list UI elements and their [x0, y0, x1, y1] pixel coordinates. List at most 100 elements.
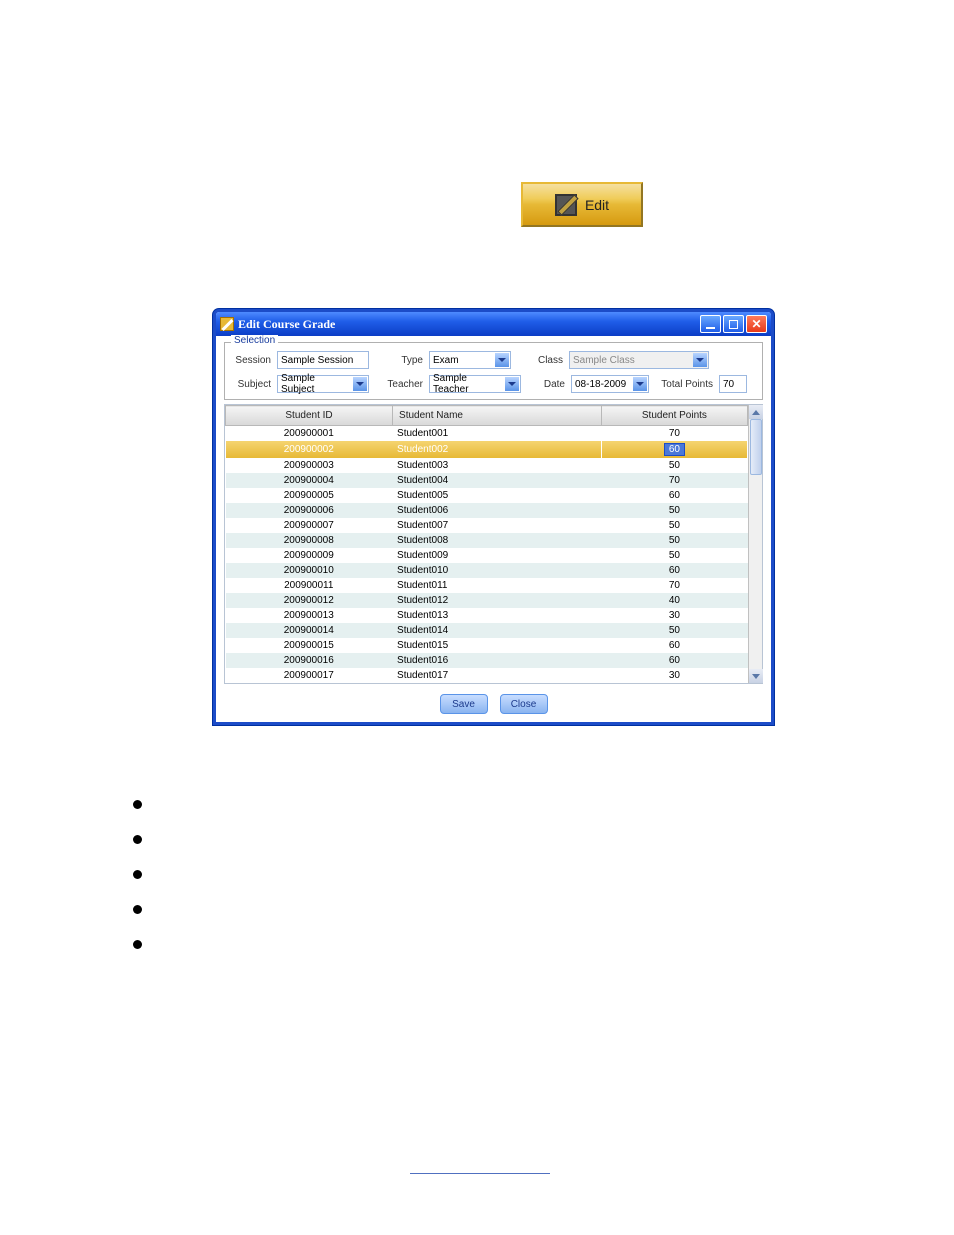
table-row[interactable]: 200900005Student00560: [226, 488, 748, 503]
cell-student-points[interactable]: 30: [601, 608, 747, 623]
edit-pencil-icon: [555, 194, 577, 216]
col-student-name[interactable]: Student Name: [393, 406, 602, 426]
table-row[interactable]: 200900014Student01450: [226, 623, 748, 638]
close-button[interactable]: Close: [500, 694, 548, 714]
edit-course-grade-window: Edit Course Grade ✕ Selection Session Sa…: [213, 309, 774, 725]
class-combo[interactable]: Sample Class: [569, 351, 709, 369]
cell-student-points[interactable]: 30: [601, 668, 747, 683]
close-window-button[interactable]: ✕: [746, 315, 767, 333]
selection-panel: Selection Session Sample Session Type Ex…: [224, 342, 763, 400]
table-row[interactable]: 200900012Student01240: [226, 593, 748, 608]
table-row[interactable]: 200900007Student00750: [226, 518, 748, 533]
cell-student-points[interactable]: 40: [601, 593, 747, 608]
cell-student-id: 200900014: [226, 623, 393, 638]
cell-student-id: 200900007: [226, 518, 393, 533]
cell-student-points[interactable]: 50: [601, 458, 747, 473]
cell-student-name: Student017: [393, 668, 602, 683]
cell-student-name: Student002: [393, 441, 602, 458]
subject-combo[interactable]: Sample Subject: [277, 375, 369, 393]
table-row[interactable]: 200900001Student00170: [226, 426, 748, 442]
cell-student-points[interactable]: 60: [601, 563, 747, 578]
bullet-icon: [133, 835, 142, 844]
cell-student-id: 200900005: [226, 488, 393, 503]
cell-student-name: Student001: [393, 426, 602, 442]
chevron-down-icon: [495, 353, 509, 367]
cell-student-id: 200900015: [226, 638, 393, 653]
titlebar[interactable]: Edit Course Grade ✕: [216, 312, 771, 336]
cell-student-id: 200900009: [226, 548, 393, 563]
table-row[interactable]: 200900004Student00470: [226, 473, 748, 488]
cell-student-name: Student005: [393, 488, 602, 503]
cell-student-id: 200900003: [226, 458, 393, 473]
table-row[interactable]: 200900010Student01060: [226, 563, 748, 578]
cell-student-points[interactable]: 60: [601, 488, 747, 503]
table-scrollbar[interactable]: [748, 405, 762, 683]
table-row[interactable]: 200900006Student00650: [226, 503, 748, 518]
cell-student-name: Student006: [393, 503, 602, 518]
chevron-down-icon: [505, 377, 519, 391]
bullet-list: [133, 800, 142, 975]
cell-student-id: 200900012: [226, 593, 393, 608]
table-row[interactable]: 200900016Student01660: [226, 653, 748, 668]
chevron-down-icon: [353, 377, 367, 391]
cell-student-points[interactable]: 60: [601, 638, 747, 653]
cell-student-points[interactable]: 50: [601, 548, 747, 563]
cell-student-points[interactable]: 60: [601, 441, 747, 458]
cell-student-name: Student013: [393, 608, 602, 623]
scroll-up-icon[interactable]: [749, 405, 763, 419]
bullet-icon: [133, 800, 142, 809]
selection-legend: Selection: [231, 335, 278, 346]
cell-student-name: Student004: [393, 473, 602, 488]
table-row[interactable]: 200900015Student01560: [226, 638, 748, 653]
cell-student-points[interactable]: 50: [601, 623, 747, 638]
total-points-field[interactable]: 70: [719, 375, 747, 393]
scroll-down-icon[interactable]: [749, 669, 763, 683]
subject-label: Subject: [231, 379, 271, 390]
table-row[interactable]: 200900017Student01730: [226, 668, 748, 683]
cell-student-points[interactable]: 50: [601, 533, 747, 548]
cell-student-name: Student007: [393, 518, 602, 533]
dialog-button-bar: Save Close: [216, 688, 771, 722]
class-label: Class: [529, 355, 563, 366]
cell-student-points[interactable]: 70: [601, 426, 747, 442]
chevron-down-icon: [633, 377, 647, 391]
chevron-down-icon: [693, 353, 707, 367]
session-field[interactable]: Sample Session: [277, 351, 369, 369]
cell-student-points[interactable]: 50: [601, 503, 747, 518]
table-row[interactable]: 200900008Student00850: [226, 533, 748, 548]
table-row[interactable]: 200900003Student00350: [226, 458, 748, 473]
teacher-combo[interactable]: Sample Teacher: [429, 375, 521, 393]
session-label: Session: [231, 355, 271, 366]
date-picker[interactable]: 08-18-2009: [571, 375, 649, 393]
maximize-button[interactable]: [723, 315, 744, 333]
cell-student-points[interactable]: 50: [601, 518, 747, 533]
edit-button[interactable]: Edit: [521, 182, 643, 227]
cell-student-id: 200900010: [226, 563, 393, 578]
cell-student-points[interactable]: 70: [601, 473, 747, 488]
window-pencil-icon: [220, 317, 234, 331]
cell-student-id: 200900016: [226, 653, 393, 668]
cell-student-id: 200900004: [226, 473, 393, 488]
save-button[interactable]: Save: [440, 694, 488, 714]
col-student-id[interactable]: Student ID: [226, 406, 393, 426]
col-student-points[interactable]: Student Points: [601, 406, 747, 426]
cell-student-id: 200900002: [226, 441, 393, 458]
table-row[interactable]: 200900002Student00260: [226, 441, 748, 458]
cell-student-points[interactable]: 70: [601, 578, 747, 593]
type-combo[interactable]: Exam: [429, 351, 511, 369]
cell-student-id: 200900013: [226, 608, 393, 623]
total-points-label: Total Points: [655, 379, 713, 390]
cell-student-name: Student014: [393, 623, 602, 638]
table-row[interactable]: 200900013Student01330: [226, 608, 748, 623]
cell-student-name: Student011: [393, 578, 602, 593]
scroll-thumb[interactable]: [750, 419, 762, 475]
bullet-icon: [133, 940, 142, 949]
cell-student-id: 200900008: [226, 533, 393, 548]
minimize-button[interactable]: [700, 315, 721, 333]
window-title: Edit Course Grade: [238, 317, 700, 332]
cell-student-id: 200900011: [226, 578, 393, 593]
table-row[interactable]: 200900011Student01170: [226, 578, 748, 593]
table-row[interactable]: 200900009Student00950: [226, 548, 748, 563]
cell-student-points[interactable]: 60: [601, 653, 747, 668]
table-header-row: Student ID Student Name Student Points: [226, 406, 748, 426]
